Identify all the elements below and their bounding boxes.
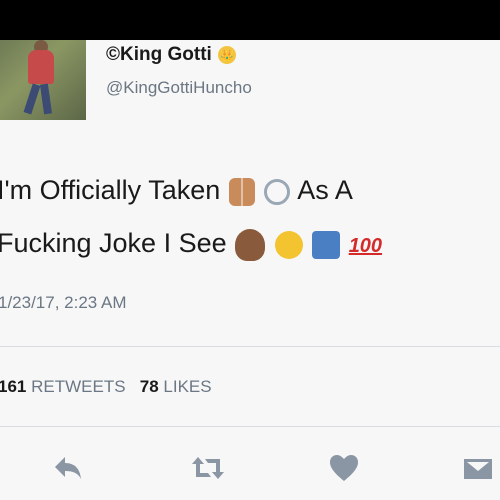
- tweet-text-part: Fucking Joke I See: [0, 228, 227, 258]
- display-name[interactable]: ©King Gotti: [106, 44, 212, 66]
- avatar-leg: [39, 83, 53, 115]
- retweet-icon[interactable]: [188, 448, 228, 488]
- avatar[interactable]: [0, 40, 86, 120]
- avatar-leg: [23, 83, 41, 115]
- divider: [0, 426, 500, 427]
- crown-face-icon: 👑: [217, 46, 236, 64]
- user-handle[interactable]: @KingGottiHuncho: [106, 78, 252, 98]
- likes-label[interactable]: LIKES: [163, 377, 211, 396]
- retweets-label[interactable]: RETWEETS: [31, 377, 125, 396]
- direct-message-icon[interactable]: [458, 448, 498, 488]
- retweets-count[interactable]: 161: [0, 377, 26, 396]
- like-icon[interactable]: [324, 448, 364, 488]
- likes-count[interactable]: 78: [140, 377, 159, 396]
- reply-icon[interactable]: [48, 448, 88, 488]
- avatar-figure: [28, 50, 54, 84]
- tweet-card: ©King Gotti 👑 @KingGottiHuncho I'm Offic…: [0, 40, 500, 500]
- tweet-text-part: I'm Officially Taken: [0, 175, 221, 205]
- facepalm-emoji: [235, 228, 266, 261]
- tweet-line-2: Fucking Joke I See 100: [0, 217, 497, 273]
- divider: [0, 346, 500, 347]
- tears-of-joy-emoji: [274, 230, 303, 259]
- hundred-points-emoji: 100: [348, 235, 383, 257]
- tweet-text: I'm Officially Taken As A Fucking Joke I…: [0, 164, 497, 273]
- tweet-line-1: I'm Officially Taken As A: [0, 164, 497, 217]
- action-bar: [0, 448, 500, 488]
- restroom-sign-emoji: [312, 230, 341, 259]
- couple-emoji: [228, 177, 255, 206]
- ring-emoji: [264, 178, 291, 205]
- tweet-timestamp[interactable]: 1/23/17, 2:23 AM: [0, 293, 127, 313]
- tweet-text-part: As A: [297, 175, 353, 205]
- author-row: ©King Gotti 👑: [106, 44, 236, 66]
- engagement-stats: 161 RETWEETS 78 LIKES: [0, 377, 212, 397]
